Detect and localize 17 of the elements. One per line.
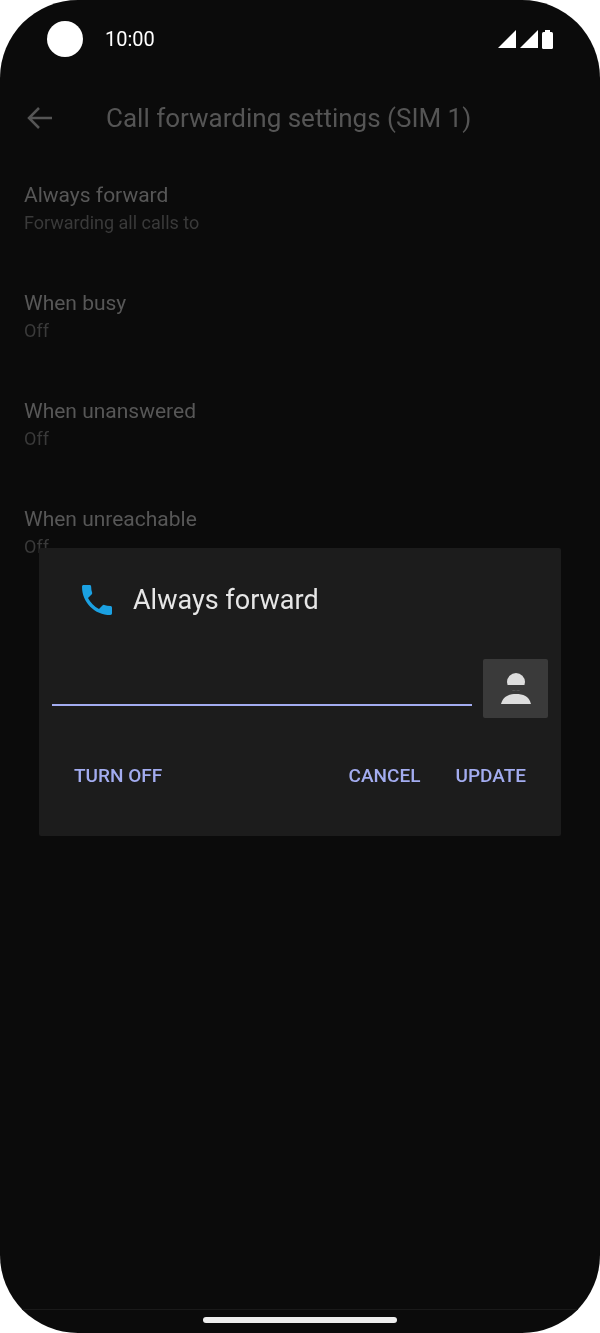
status-time: 10:00: [105, 26, 155, 53]
cancel-button[interactable]: CANCEL: [335, 753, 434, 798]
person-icon: [500, 672, 531, 704]
screen-title: Call forwarding settings (SIM 1): [106, 101, 472, 135]
signal-icon: [520, 30, 538, 48]
update-button[interactable]: UPDATE: [442, 753, 539, 798]
setting-title: Always forward: [24, 182, 170, 209]
dialog-title: Always forward: [133, 583, 319, 618]
back-arrow-icon[interactable]: [27, 106, 53, 130]
contacts-button[interactable]: [483, 658, 548, 718]
setting-title: When unreachable: [24, 506, 198, 533]
camera-hole: [47, 21, 83, 57]
setting-title: When busy: [24, 290, 128, 317]
turn-off-button[interactable]: TURN OFF: [61, 753, 176, 798]
battery-icon: [542, 29, 553, 49]
setting-title: When unanswered: [24, 398, 197, 425]
signal-icon: [498, 30, 516, 48]
